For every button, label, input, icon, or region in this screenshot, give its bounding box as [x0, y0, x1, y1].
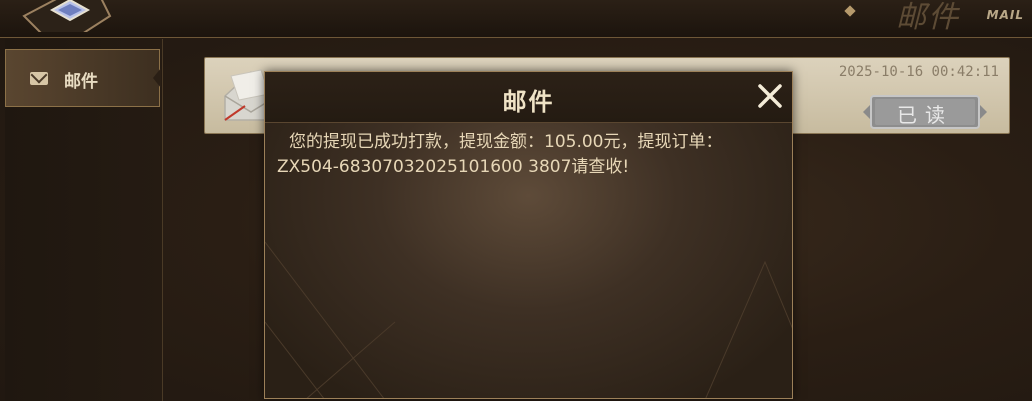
read-status-button[interactable]: 已读 [861, 94, 989, 130]
dialog-message: 您的提现已成功打款，提现金额：105.00元，提现订单：ZX504-683070… [277, 132, 723, 177]
sidebar-item-mail[interactable]: 邮件 [5, 49, 161, 107]
close-icon [758, 84, 782, 108]
envelope-icon [30, 72, 48, 85]
sidebar: 邮件 [5, 39, 163, 401]
read-status-label: 已读 [897, 103, 953, 127]
page-subtitle: MAIL [986, 8, 1024, 22]
mail-detail-dialog: 邮件 您的提现已成功打款，提现金额：105.00元，提现订单：ZX504-683… [264, 71, 793, 399]
dialog-title: 邮件 [502, 88, 555, 116]
close-button[interactable] [754, 80, 786, 112]
mail-date: 2025-10-16 00:42:11 [838, 64, 999, 80]
page-title: 邮件 [896, 0, 960, 35]
active-tab-notch [153, 68, 161, 88]
back-diamond-icon [22, 0, 112, 35]
dialog-header: 邮件 [265, 72, 792, 123]
top-bar: 邮件 MAIL [0, 0, 1032, 38]
back-button[interactable] [22, 0, 112, 35]
diamond-ornament-icon [844, 5, 856, 17]
sidebar-item-label: 邮件 [64, 72, 98, 92]
